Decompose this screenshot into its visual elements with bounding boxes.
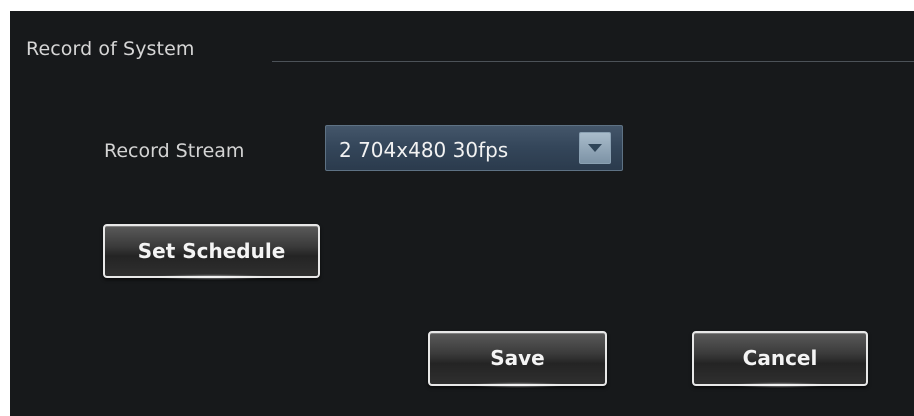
set-schedule-button-label: Set Schedule [137,239,286,263]
set-schedule-button[interactable]: Set Schedule [103,224,320,280]
save-button[interactable]: Save [428,331,607,388]
cancel-button[interactable]: Cancel [692,331,868,388]
record-stream-label: Record Stream [104,140,245,162]
save-button-label: Save [490,346,545,370]
group-divider [272,61,914,62]
group-title: Record of System [26,38,195,60]
chevron-down-icon[interactable] [579,132,611,164]
record-stream-value: 2 704x480 30fps [339,138,509,162]
cancel-button-label: Cancel [742,346,818,370]
record-stream-select[interactable]: 2 704x480 30fps [325,125,623,171]
